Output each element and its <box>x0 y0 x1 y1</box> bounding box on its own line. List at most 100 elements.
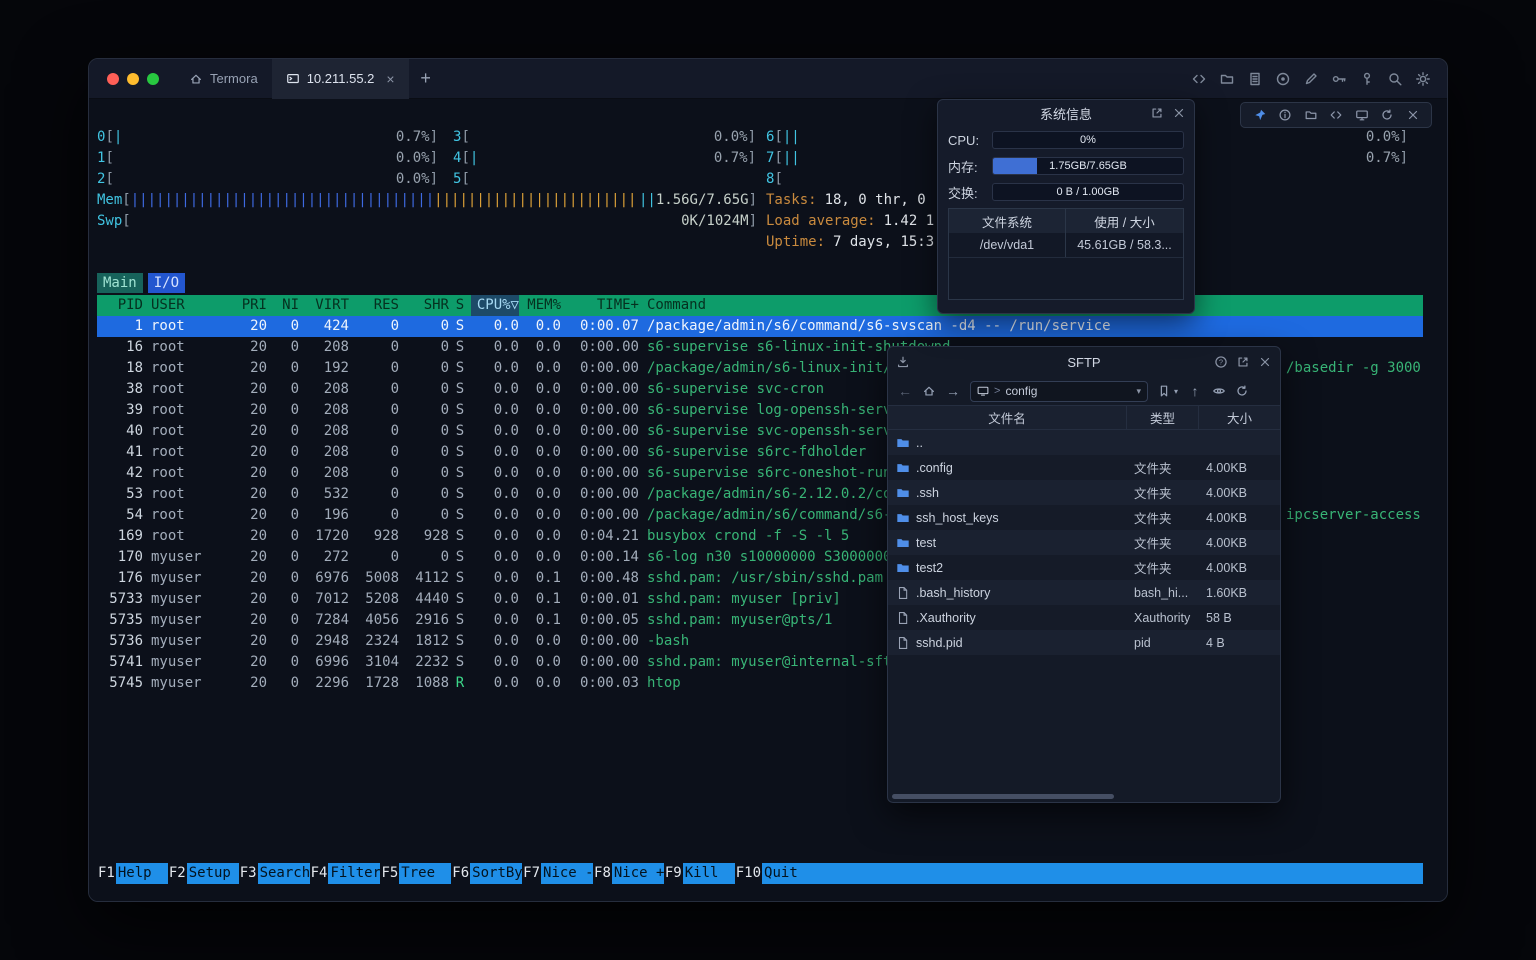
panel-title: SFTP <box>1067 355 1100 370</box>
settings-icon[interactable] <box>1415 71 1431 87</box>
command-overflow-text: /basedir -g 3000 <box>1286 358 1421 379</box>
path-breadcrumb[interactable]: > config ▾ <box>970 381 1148 402</box>
cpu-meter-5: 5[ <box>453 169 756 190</box>
display-icon[interactable] <box>1355 108 1369 122</box>
command-overflow-text: ipcserver-access <box>1286 505 1421 526</box>
file-row-..[interactable]: .. <box>888 430 1280 455</box>
column-header-shr[interactable]: SHR <box>399 295 449 316</box>
fs-column-header-1[interactable]: 使用 / 大小 <box>1066 209 1183 233</box>
file-column-header-2[interactable]: 大小 <box>1198 406 1280 429</box>
folder-icon[interactable] <box>1219 71 1235 87</box>
file-row-test[interactable]: test文件夹4.00KB <box>888 530 1280 555</box>
info-icon[interactable] <box>1278 108 1292 122</box>
sftp-panel: SFTP ? ← → > config ▾ ▾ ↑ 文件名类型大小 ...c <box>887 346 1281 803</box>
help-icon[interactable]: ? <box>1214 355 1228 369</box>
fkey-F9[interactable]: F9Kill <box>664 863 735 884</box>
column-header-time[interactable]: TIME+ <box>561 295 639 316</box>
home-icon[interactable] <box>922 384 936 398</box>
folder-icon <box>896 461 910 475</box>
edit-icon[interactable] <box>1303 71 1319 87</box>
sysinfo-stat-swap: 交换:0 B / 1.00GB <box>948 182 1184 202</box>
function-key-bar: F1HelpF2SetupF3SearchF4FilterF5TreeF6Sor… <box>97 863 1423 884</box>
htop-tab-main[interactable]: Main <box>97 273 143 293</box>
minimize-window-button[interactable] <box>127 73 139 85</box>
file-column-header-0[interactable]: 文件名 <box>888 406 1126 429</box>
close-tab-icon[interactable]: × <box>386 72 394 86</box>
key-icon[interactable] <box>1331 71 1347 87</box>
keyhole-icon[interactable] <box>1359 71 1375 87</box>
folder-icon[interactable] <box>1304 108 1318 122</box>
horizontal-scrollbar[interactable] <box>892 794 1114 799</box>
file-row-.ssh[interactable]: .ssh文件夹4.00KB <box>888 480 1280 505</box>
fkey-F5[interactable]: F5Tree <box>380 863 451 884</box>
swap-meter: Swp[0K/1024M] <box>97 211 757 232</box>
open-in-window-icon[interactable] <box>1150 106 1164 120</box>
search-icon[interactable] <box>1387 71 1403 87</box>
forward-icon[interactable]: → <box>945 383 961 399</box>
show-hidden-eye-icon[interactable] <box>1212 384 1226 398</box>
back-icon[interactable]: ← <box>897 383 913 399</box>
record-icon[interactable] <box>1275 71 1291 87</box>
log-icon[interactable] <box>1247 71 1263 87</box>
file-row-.bash_history[interactable]: .bash_historybash_hi...1.60KB <box>888 580 1280 605</box>
close-icon[interactable] <box>1406 108 1420 122</box>
open-in-window-icon[interactable] <box>1236 355 1250 369</box>
column-header-pid[interactable]: PID <box>97 295 143 316</box>
pin-icon[interactable] <box>1253 108 1267 122</box>
file-row-.Xauthority[interactable]: .XauthorityXauthority58 B <box>888 605 1280 630</box>
fkey-F2[interactable]: F2Setup <box>168 863 239 884</box>
memory-meter: Mem[||||||||||||||||||||||||||||||||||||… <box>97 190 757 211</box>
column-header-s[interactable]: S <box>449 295 471 316</box>
file-column-header-1[interactable]: 类型 <box>1126 406 1198 429</box>
folder-icon <box>896 436 910 450</box>
column-header-cpu[interactable]: CPU%▽ <box>471 295 519 316</box>
file-row-test2[interactable]: test2文件夹4.00KB <box>888 555 1280 580</box>
fkey-F6[interactable]: F6SortBy <box>451 863 522 884</box>
column-header-pri[interactable]: PRI <box>231 295 267 316</box>
file-row-ssh_host_keys[interactable]: ssh_host_keys文件夹4.00KB <box>888 505 1280 530</box>
bookmark-icon[interactable] <box>1157 384 1171 398</box>
fkey-F7[interactable]: F7Nice - <box>522 863 593 884</box>
uptime: Uptime:7 days, 15:3 <box>766 232 934 253</box>
new-tab-button[interactable]: + <box>409 59 443 99</box>
tab-termora[interactable]: Termora <box>175 59 272 99</box>
fkey-F10[interactable]: F10Quit <box>735 863 814 884</box>
bookmark-chevron-icon[interactable]: ▾ <box>1174 387 1178 396</box>
tab-host[interactable]: 10.211.55.2 × <box>272 59 409 99</box>
fkey-F1[interactable]: F1Help <box>97 863 168 884</box>
cpu-meter-3: 3[0.0%] <box>453 127 756 148</box>
panel-title: 系统信息 <box>1040 104 1092 123</box>
system-stats: CPU:0%内存:1.75GB/7.65GB交换:0 B / 1.00GB <box>948 130 1184 202</box>
sysinfo-stat-cpu: CPU:0% <box>948 130 1184 150</box>
fkey-F3[interactable]: F3Search <box>239 863 310 884</box>
fs-column-header-0[interactable]: 文件系统 <box>949 209 1066 233</box>
file-icon <box>896 586 910 600</box>
upload-icon[interactable]: ↑ <box>1187 383 1203 399</box>
column-header-virt[interactable]: VIRT <box>299 295 349 316</box>
column-header-ni[interactable]: NI <box>267 295 299 316</box>
chevron-down-icon[interactable]: ▾ <box>1136 386 1141 397</box>
close-icon[interactable] <box>1258 355 1272 369</box>
refresh-icon[interactable] <box>1380 108 1394 122</box>
column-header-user[interactable]: USER <box>143 295 231 316</box>
transfers-icon[interactable] <box>896 355 910 369</box>
fs-row: /dev/vda145.61GB / 58.3... <box>949 233 1183 258</box>
close-icon[interactable] <box>1172 106 1186 120</box>
refresh-icon[interactable] <box>1235 384 1249 398</box>
column-header-res[interactable]: RES <box>349 295 399 316</box>
fkey-F8[interactable]: F8Nice + <box>593 863 664 884</box>
home-icon <box>189 72 203 86</box>
code-icon[interactable] <box>1329 108 1343 122</box>
htop-tab-io[interactable]: I/O <box>148 273 185 293</box>
fkey-F4[interactable]: F4Filter <box>310 863 381 884</box>
code-icon[interactable] <box>1191 71 1207 87</box>
close-window-button[interactable] <box>107 73 119 85</box>
file-row-sshd.pid[interactable]: sshd.pidpid4 B <box>888 630 1280 655</box>
zoom-window-button[interactable] <box>147 73 159 85</box>
column-header-mem[interactable]: MEM% <box>519 295 561 316</box>
device-icon <box>977 385 989 397</box>
process-row-1[interactable]: 1root20042400S0.00.00:00.07/package/admi… <box>97 316 1423 337</box>
cpu-meter-column-2: 3[0.0%]4[|0.7%]5[ <box>453 127 756 190</box>
file-table-header: 文件名类型大小 <box>888 405 1280 430</box>
file-row-.config[interactable]: .config文件夹4.00KB <box>888 455 1280 480</box>
